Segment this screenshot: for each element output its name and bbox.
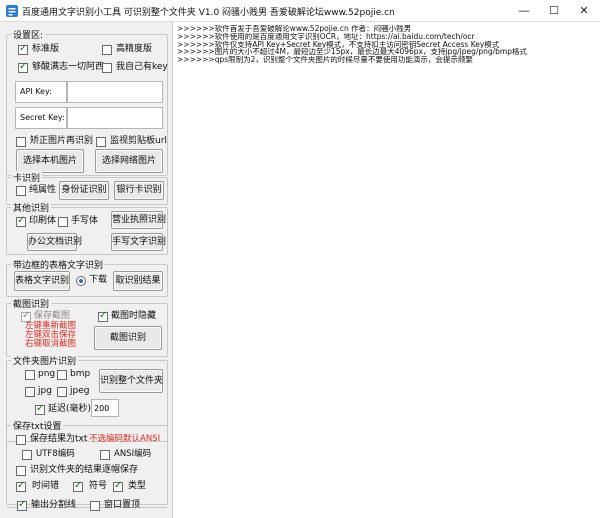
watch-clipboard-label: 监视剪贴板url — [110, 136, 167, 146]
save-txt-group-title: 保存txt设置 — [11, 419, 64, 432]
own-key-checkbox[interactable] — [102, 63, 112, 73]
high-precision-label: 高精度版 — [116, 44, 153, 54]
app-icon — [6, 5, 18, 17]
delay-checkbox[interactable] — [35, 403, 45, 415]
timestamp-label: 时间错 — [32, 481, 60, 491]
printed-label: 印刷体 — [29, 216, 57, 226]
save-txt-group: 保存txt设置 保存结果为txt 不选编码默认ANSI UTF8编码 ANSI编… — [6, 419, 168, 505]
own-key-label: 我自己有key — [116, 62, 168, 72]
table-group-title: 带边框的表格文字识别 — [11, 258, 106, 271]
folder-group-title: 文件夹图片识别 — [11, 354, 79, 367]
api-key-label: API Key: — [15, 81, 67, 103]
bmp-label: bmp — [70, 369, 91, 379]
download-label: 下载 — [89, 275, 108, 285]
business-license-button[interactable]: 营业执照识别 — [111, 211, 166, 229]
maximize-button[interactable]: ☐ — [539, 0, 569, 22]
folder-result-label: 识别文件夹的结果逐帽保存 — [30, 465, 139, 475]
download-radio[interactable] — [76, 276, 86, 286]
card-group-title: 卡识别 — [11, 171, 43, 184]
hint-line-3: 右键取消截图 — [25, 339, 77, 349]
png-checkbox[interactable] — [25, 370, 35, 380]
high-precision-checkbox[interactable] — [102, 45, 112, 55]
output-separator-label: 输出分割线 — [31, 500, 77, 510]
handwritten-label: 手写体 — [71, 216, 99, 226]
log-line: >>>>>>软件使用的是百度通用文字识别OCR，地址：https://ai.ba… — [177, 32, 475, 41]
jpg-checkbox[interactable] — [25, 387, 35, 397]
settings-group: 设置区: 标准版 高精度版 够酸满志一切阿西 我自己有key API Key: … — [6, 28, 168, 176]
control-panel: 设置区: 标准版 高精度版 够酸满志一切阿西 我自己有key API Key: … — [0, 22, 172, 518]
recognize-folder-button[interactable]: 识别整个文件夹 — [99, 369, 163, 393]
select-web-image-button[interactable]: 选择网络图片 — [95, 149, 163, 173]
secret-key-label: Secret Key: — [15, 107, 67, 129]
get-result-button[interactable]: 取识别结果 — [113, 271, 163, 291]
office-doc-button[interactable]: 办公文档识别 — [27, 233, 82, 251]
screenshot-ocr-button[interactable]: 截图识别 — [94, 326, 162, 350]
ansi-label: ANSI编码 — [114, 449, 152, 459]
jpeg-label: jpeg — [70, 386, 90, 396]
id-card-button[interactable]: 身份证识别 — [59, 181, 109, 200]
utf8-label: UTF8编码 — [36, 449, 75, 459]
standard-label: 标准版 — [32, 44, 60, 54]
log-output[interactable]: >>>>>>软件首发于吾爱破解论www.52pojie.cn 作者：闷骚小贱男 … — [172, 22, 600, 518]
encoding-note: 不选编码默认ANSI — [89, 434, 161, 444]
bank-card-button[interactable]: 银行卡识别 — [114, 181, 164, 200]
type-label: 类型 — [128, 481, 147, 491]
handwriting-button[interactable]: 手写文字识别 — [111, 233, 166, 251]
delay-label: 延迟(毫秒) — [48, 404, 92, 414]
save-result-checkbox[interactable] — [16, 435, 26, 445]
title-bar: 百度通用文字识别小工具 可识别整个文件夹 V1.0 闷骚小贱男 吾爱破解论坛ww… — [0, 0, 600, 22]
symbol-checkbox[interactable] — [73, 480, 83, 492]
close-button[interactable]: ✕ — [569, 0, 599, 22]
settings-group-title: 设置区: — [11, 28, 46, 41]
printed-checkbox[interactable] — [16, 215, 26, 227]
use-author-key-checkbox[interactable] — [18, 61, 28, 73]
bmp-checkbox[interactable] — [57, 370, 67, 380]
secret-key-input[interactable] — [67, 107, 163, 129]
jpeg-checkbox[interactable] — [57, 387, 67, 397]
utf8-checkbox[interactable] — [22, 450, 32, 460]
screenshot-group: 截图识别 保存截图 截图时隐藏 左键重新截图 左键双击保存 右键取消截图 截图识… — [6, 297, 168, 357]
symbol-label: 符号 — [89, 481, 108, 491]
jpg-label: jpg — [38, 386, 52, 396]
correct-rotation-label: 矫正图片再识别 — [30, 136, 94, 146]
png-label: png — [38, 369, 56, 379]
correct-rotation-checkbox[interactable] — [16, 137, 26, 147]
hide-on-capture-checkbox[interactable] — [98, 310, 108, 322]
pure-attr-label: 纯属性 — [29, 185, 57, 195]
ansi-checkbox[interactable] — [100, 450, 110, 460]
log-line: >>>>>>图片的大小不超过4M，最短边至少15px，最长边最大4096px，支… — [177, 48, 527, 57]
watch-clipboard-checkbox[interactable] — [96, 137, 106, 147]
minimize-button[interactable]: — — [509, 0, 539, 22]
pure-attr-checkbox[interactable] — [16, 186, 26, 196]
save-result-label: 保存结果为txt — [30, 434, 88, 444]
log-line: >>>>>>软件首发于吾爱破解论www.52pojie.cn 作者：闷骚小贱男 — [177, 25, 412, 33]
type-checkbox[interactable] — [113, 480, 123, 492]
log-line: >>>>>>qps限制为2，识别整个文件夹图片的时候尽量不要使用功能演示，会提示… — [177, 56, 473, 64]
window-topmost-checkbox[interactable] — [90, 501, 100, 511]
window-topmost-label: 窗口置顶 — [104, 500, 141, 510]
hide-on-capture-label: 截图时隐藏 — [111, 311, 157, 321]
table-ocr-button[interactable]: 表格文字识别 — [14, 271, 70, 291]
standard-checkbox[interactable] — [18, 43, 28, 55]
api-key-input[interactable] — [67, 81, 163, 103]
folder-result-checkbox[interactable] — [16, 466, 26, 476]
screenshot-group-title: 截图识别 — [11, 297, 52, 310]
handwritten-checkbox[interactable] — [58, 217, 68, 227]
log-line: >>>>>>软件仅支持API Key+Secret Key模式，不支持扣主访问密… — [177, 40, 500, 49]
table-group: 带边框的表格文字识别 表格文字识别 下载 取识别结果 — [6, 258, 168, 297]
use-author-key-label: 够酸满志一切阿西 — [32, 62, 105, 72]
delay-input[interactable] — [91, 399, 119, 417]
output-separator-checkbox[interactable] — [17, 499, 27, 511]
select-local-image-button[interactable]: 选择本机图片 — [16, 149, 84, 173]
timestamp-checkbox[interactable] — [16, 480, 26, 492]
window-title: 百度通用文字识别小工具 可识别整个文件夹 V1.0 闷骚小贱男 吾爱破解论坛ww… — [22, 8, 395, 18]
other-group-title: 其他识别 — [11, 201, 52, 214]
other-group: 其他识别 印刷体 手写体 营业执照识别 办公文档识别 手写文字识别 — [6, 201, 168, 255]
